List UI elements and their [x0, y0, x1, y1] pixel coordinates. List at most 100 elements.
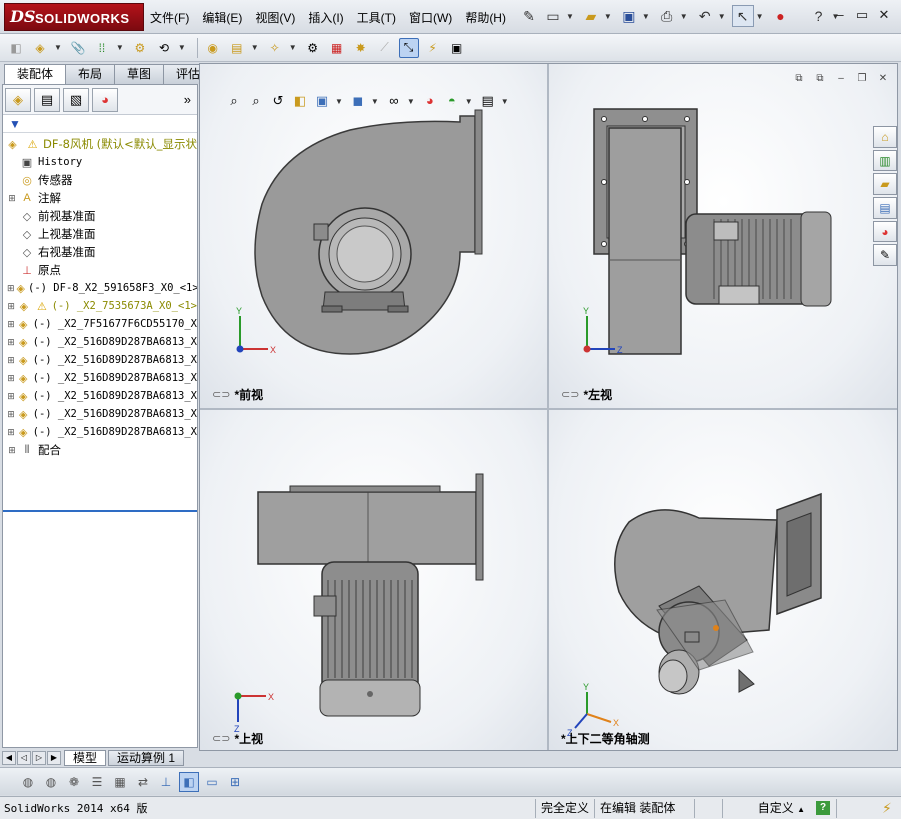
- linear-pattern-icon[interactable]: ⁞⁞: [92, 38, 112, 58]
- previous-view-icon[interactable]: ↺: [269, 92, 287, 110]
- tree-item[interactable]: ◎ 传感器: [3, 171, 197, 189]
- tree-filter-icon[interactable]: ▼: [3, 115, 197, 133]
- tree-item[interactable]: ▣ History: [3, 153, 197, 171]
- link-views-icon[interactable]: ⊂⊃: [212, 732, 230, 745]
- tree-item[interactable]: ⊥ 原点: [3, 261, 197, 279]
- viewport-top[interactable]: X Z ⊂⊃ *上视: [200, 410, 547, 750]
- tree-rollback-bar[interactable]: [3, 510, 197, 512]
- tab-assembly[interactable]: 装配体: [4, 64, 67, 84]
- expand-toggle-icon[interactable]: ⊞: [7, 373, 15, 384]
- update-speedpak-icon[interactable]: ⚡: [423, 38, 443, 58]
- wireframe-icon[interactable]: ◍: [18, 772, 38, 792]
- new-dropdown-icon[interactable]: ▼: [566, 12, 574, 21]
- solidworks-resources-icon[interactable]: ⌂: [873, 126, 897, 148]
- viewport-restore-icon[interactable]: ❐: [854, 72, 870, 86]
- expand-toggle-icon[interactable]: ⊞: [7, 337, 15, 348]
- menu-window[interactable]: 窗口(W): [409, 9, 452, 26]
- expand-toggle-icon[interactable]: ⊞: [7, 409, 15, 420]
- assembly-features-icon[interactable]: ▤: [227, 38, 247, 58]
- viewport-close-icon[interactable]: ✕: [875, 72, 891, 86]
- expand-toggle-icon[interactable]: ⊞: [7, 301, 15, 312]
- restore-icon[interactable]: ▭: [853, 7, 871, 23]
- move-component-icon[interactable]: ⟲: [154, 38, 174, 58]
- link-vertical-icon[interactable]: ⧉: [791, 72, 807, 86]
- expand-toggle-icon[interactable]: ⊞: [7, 193, 17, 204]
- viewport-isometric[interactable]: Y X Z *上下二等角轴测: [549, 410, 897, 750]
- graphics-area[interactable]: Y X ⌕ ⌕ ↺ ◧ ▣ ▼ ◼ ▼ ∞ ▼ ◕ ◓ ▼ ▤ ▼ ⊂⊃ *前视: [199, 63, 898, 751]
- mate-icon[interactable]: 📎: [68, 38, 88, 58]
- orientation-dropdown-icon[interactable]: ▼: [335, 97, 343, 106]
- select-arrow-icon[interactable]: ↖: [731, 5, 754, 27]
- appearances-icon[interactable]: ◕: [873, 220, 897, 243]
- move-dropdown-icon[interactable]: ▼: [178, 43, 186, 52]
- tree-item[interactable]: ⊞ ◈ (-) _X2_516D89D287BA6813_X: [3, 387, 197, 405]
- shaded-with-edges-list-icon[interactable]: ☰: [87, 772, 107, 792]
- tab-model[interactable]: 模型: [64, 750, 107, 766]
- view-settings-dropdown-icon[interactable]: ▼: [501, 97, 509, 106]
- prev-tab-icon[interactable]: ◁: [17, 751, 31, 765]
- solidworks-logo[interactable]: DS SOLIDWORKS: [4, 3, 144, 31]
- close-icon[interactable]: ✕: [875, 7, 893, 23]
- hidden-lines-visible-icon[interactable]: ◍: [41, 772, 61, 792]
- quick-tips-help-icon[interactable]: ?: [816, 801, 831, 815]
- view-settings-icon[interactable]: ▤: [479, 92, 497, 110]
- undo-dropdown-icon[interactable]: ▼: [718, 12, 726, 21]
- viewport-left[interactable]: Y Z ⧉ ⧉ – ❐ ✕ ⊂⊃ *左视: [549, 64, 897, 408]
- tree-item[interactable]: ⊞ ⦀ 配合: [3, 441, 197, 459]
- features-dropdown-icon[interactable]: ▼: [251, 43, 259, 52]
- edit-appearance-icon[interactable]: ◕: [421, 92, 439, 110]
- tree-item[interactable]: ⊞ ◈ (-) _X2_516D89D287BA6813_X: [3, 333, 197, 351]
- hide-show-dropdown-icon[interactable]: ▼: [407, 97, 415, 106]
- save-icon[interactable]: ▣: [618, 5, 640, 27]
- expand-toggle-icon[interactable]: ⊞: [7, 427, 15, 438]
- reference-dropdown-icon[interactable]: ▼: [289, 43, 297, 52]
- tab-layout[interactable]: 布局: [65, 64, 116, 84]
- last-tab-icon[interactable]: ▶: [47, 751, 61, 765]
- insert-dropdown-icon[interactable]: ▼: [54, 43, 62, 52]
- menu-insert[interactable]: 插入(I): [308, 9, 343, 26]
- take-snapshot-icon[interactable]: ▣: [447, 38, 467, 58]
- tree-item[interactable]: ◇ 前视基准面: [3, 207, 197, 225]
- tree-item[interactable]: ◇ 上视基准面: [3, 225, 197, 243]
- property-manager-tab-icon[interactable]: ▤: [34, 87, 60, 112]
- view-orientation-icon[interactable]: ▣: [313, 92, 331, 110]
- file-explorer-icon[interactable]: ▰: [873, 173, 897, 196]
- pattern-dropdown-icon[interactable]: ▼: [116, 43, 124, 52]
- explode-line-sketch-icon[interactable]: ⟋: [375, 38, 395, 58]
- menu-edit[interactable]: 编辑(E): [202, 9, 242, 26]
- menu-file[interactable]: 文件(F): [150, 9, 189, 26]
- tab-motion-study[interactable]: 运动算例 1: [108, 750, 185, 766]
- apply-scene-icon[interactable]: ◓: [443, 92, 461, 110]
- pin-icon[interactable]: ✎: [518, 5, 540, 27]
- tree-item[interactable]: ⊞ ◈ (-) _X2_516D89D287BA6813_X: [3, 351, 197, 369]
- viewport-minimize-icon[interactable]: –: [833, 72, 849, 86]
- tree-item[interactable]: ⊞ ◈ (-) _X2_516D89D287BA6813_X: [3, 369, 197, 387]
- instant3d-icon[interactable]: ⤡: [398, 37, 419, 58]
- expand-toggle-icon[interactable]: ⊞: [7, 319, 15, 330]
- zoom-to-area-icon[interactable]: ⌕: [247, 92, 265, 110]
- tree-root[interactable]: ◈ ⚠ DF-8风机 (默认<默认_显示状: [3, 135, 197, 153]
- tab-sketch[interactable]: 草图: [114, 64, 165, 84]
- expand-toggle-icon[interactable]: ⊞: [7, 355, 15, 366]
- draft-quality-icon[interactable]: ▦: [110, 772, 130, 792]
- reference-geometry-icon[interactable]: ✧: [265, 38, 285, 58]
- display-manager-tab-icon[interactable]: ◕: [92, 87, 118, 112]
- tree-item[interactable]: ⊞ A 注解: [3, 189, 197, 207]
- smart-fasteners-icon[interactable]: ⚙: [130, 38, 150, 58]
- bill-of-materials-icon[interactable]: ▦: [327, 38, 347, 58]
- minimize-icon[interactable]: –: [831, 7, 849, 23]
- save-dropdown-icon[interactable]: ▼: [642, 12, 650, 21]
- tree-item[interactable]: ⊞ ◈ (-) _X2_516D89D287BA6813_X: [3, 405, 197, 423]
- viewport-front[interactable]: Y X ⌕ ⌕ ↺ ◧ ▣ ▼ ◼ ▼ ∞ ▼ ◕ ◓ ▼ ▤ ▼ ⊂⊃ *前视: [200, 64, 547, 408]
- hidden-lines-removed-icon[interactable]: ❁: [64, 772, 84, 792]
- display-dropdown-icon[interactable]: ▼: [371, 97, 379, 106]
- configuration-manager-tab-icon[interactable]: ▧: [63, 87, 89, 112]
- tree-item[interactable]: ⊞ ◈ ⚠ (-) _X2_7535673A_X0_<1>: [3, 297, 197, 315]
- tree-item[interactable]: ⊞ ◈ (-) _X2_7F51677F6CD55170_X: [3, 315, 197, 333]
- tangent-edges-icon[interactable]: ⇄: [133, 772, 153, 792]
- perspective-icon[interactable]: ⊥: [156, 772, 176, 792]
- select-dropdown-icon[interactable]: ▼: [756, 12, 764, 21]
- four-view-icon[interactable]: ⊞: [225, 772, 245, 792]
- print-dropdown-icon[interactable]: ▼: [680, 12, 688, 21]
- scene-dropdown-icon[interactable]: ▼: [465, 97, 473, 106]
